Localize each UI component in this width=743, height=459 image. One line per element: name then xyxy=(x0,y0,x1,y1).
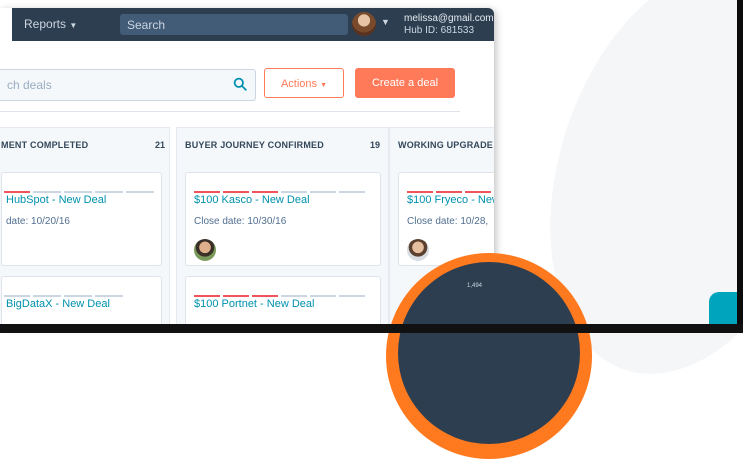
deal-card[interactable]: $100 Kasco - New Deal Close date: 10/30/… xyxy=(185,172,381,266)
stage-progress xyxy=(194,284,368,297)
search-deals-input[interactable]: ch deals xyxy=(0,69,256,101)
deal-title-link[interactable]: $100 Kasco - New Deal xyxy=(194,194,310,206)
stage-progress xyxy=(407,180,494,193)
divider xyxy=(0,111,460,112)
search-icon[interactable] xyxy=(233,77,247,91)
create-deal-button[interactable]: Create a deal xyxy=(355,68,455,98)
user-avatar[interactable] xyxy=(352,12,376,36)
owner-avatar[interactable] xyxy=(194,239,216,261)
deal-card[interactable]: HubSpot - New Deal date: 10/20/16 xyxy=(1,172,162,266)
deal-close-date: date: 10/20/16 xyxy=(6,216,70,227)
column-title: WORKING UPGRADE xyxy=(398,140,493,150)
stage-progress xyxy=(194,180,368,193)
global-search-placeholder: Search xyxy=(127,18,166,32)
stage-progress xyxy=(4,284,126,297)
stage-progress xyxy=(4,180,157,193)
column-title: BUYER JOURNEY CONFIRMED xyxy=(185,140,324,150)
app-window: Reports ▼ Search ▼ melissa@gmail.com Hub… xyxy=(0,8,494,325)
hub-id: Hub ID: 681533 xyxy=(404,25,475,36)
pipeline-column: MENT COMPLETED 21 HubSpot - New Deal dat… xyxy=(0,127,170,325)
deal-title-link[interactable]: $100 Fryeco - New xyxy=(407,194,494,206)
actions-button[interactable]: Actions ▼ xyxy=(264,68,344,98)
account-menu-chevron-down-icon[interactable]: ▼ xyxy=(381,17,390,27)
screen-frame-edge xyxy=(737,0,743,333)
nav-reports-menu[interactable]: Reports ▼ xyxy=(24,17,77,31)
deal-title-link[interactable]: $100 Portnet - New Deal xyxy=(194,298,314,310)
deal-title-link[interactable]: HubSpot - New Deal xyxy=(6,194,106,206)
nav-reports-label[interactable]: Reports xyxy=(24,17,66,31)
global-search-input[interactable]: Search xyxy=(120,14,348,35)
deal-card[interactable]: BigDataX - New Deal xyxy=(1,276,162,325)
actions-label: Actions xyxy=(280,78,318,90)
deal-card[interactable]: $100 Portnet - New Deal xyxy=(185,276,381,325)
column-title: MENT COMPLETED xyxy=(1,140,89,150)
column-count: 19 xyxy=(370,140,381,150)
user-email: melissa@gmail.com xyxy=(404,13,494,24)
deal-card[interactable]: $100 Fryeco - New Close date: 10/28, xyxy=(398,172,494,266)
pipeline-column: BUYER JOURNEY CONFIRMED 19 $100 Kasco - … xyxy=(176,127,389,325)
deal-title-link[interactable]: BigDataX - New Deal xyxy=(6,298,110,310)
top-navigation-bar: Reports ▼ Search ▼ melissa@gmail.com Hub… xyxy=(0,8,494,41)
chevron-down-icon: ▼ xyxy=(69,21,78,30)
chevron-down-icon: ▼ xyxy=(320,82,328,89)
column-count: 21 xyxy=(155,140,166,150)
overlay-stat-value: 1,494 xyxy=(467,283,483,289)
screen-frame-bottom xyxy=(0,324,743,333)
owner-avatar[interactable] xyxy=(407,239,429,261)
deal-close-date: Close date: 10/28, xyxy=(407,216,489,227)
search-deals-placeholder: ch deals xyxy=(7,78,52,92)
deal-close-date: Close date: 10/30/16 xyxy=(194,216,287,227)
overlay-disc xyxy=(398,262,580,444)
